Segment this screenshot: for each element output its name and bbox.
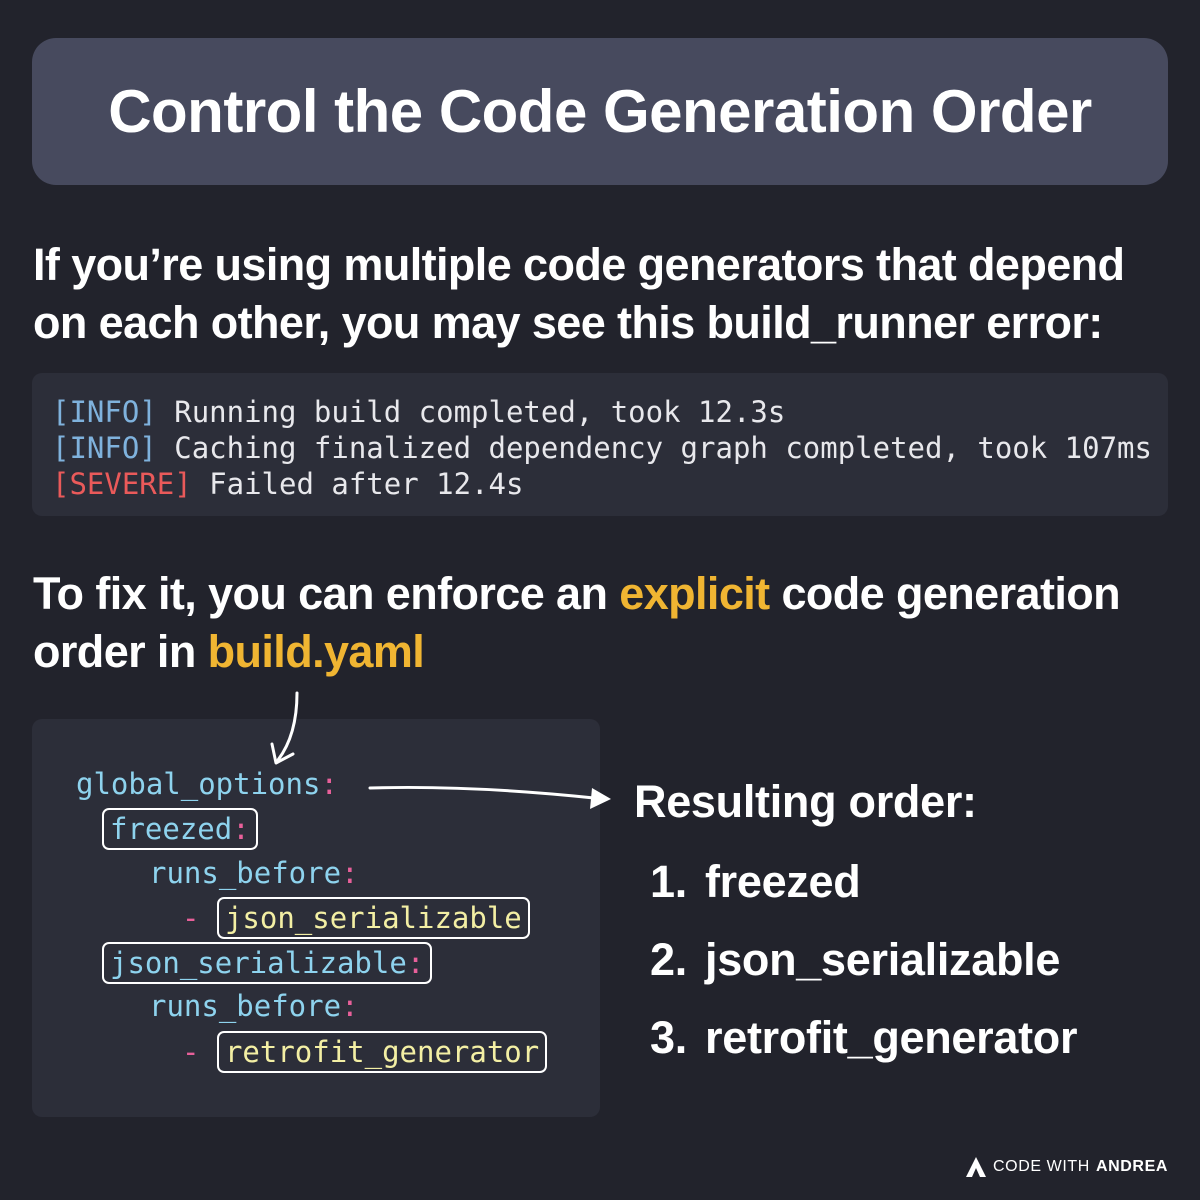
brand-text-left: CODE WITH bbox=[993, 1158, 1090, 1175]
list-item: 1. freezed bbox=[650, 856, 861, 907]
brand-logo: CODE WITH ANDREA bbox=[965, 1156, 1168, 1178]
result-list: 1. freezed 2. json_serializable 3. retrofit… bbox=[650, 856, 1077, 1090]
result-title: Resulting order: bbox=[634, 776, 977, 827]
list-item: 2. json_serializable bbox=[650, 934, 1061, 985]
brand-text-right: ANDREA bbox=[1095, 1158, 1168, 1175]
arrow-to-code-icon bbox=[276, 691, 299, 762]
list-item: 3. retrofit_generator bbox=[650, 1012, 1078, 1063]
arrow-to-result-icon bbox=[368, 785, 596, 800]
andrea-logo-icon bbox=[966, 1157, 986, 1177]
